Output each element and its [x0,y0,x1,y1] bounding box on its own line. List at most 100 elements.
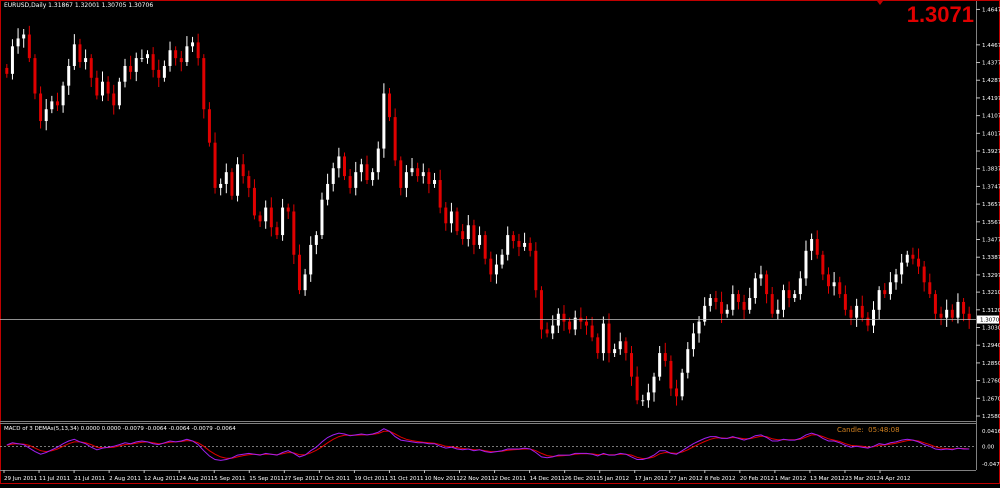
bull-candle [22,34,26,39]
bear-candle [590,325,594,338]
bear-candle [607,323,611,354]
chart-canvas[interactable]: 1.46475 1.44675 1.43775 1.42875 1.41975 1.410… [0,0,1000,484]
time-tick-label: 1 Mar 2012 [775,476,806,482]
bull-candle [16,38,20,47]
bull-candle [894,274,898,283]
bear-candle [196,42,200,59]
bull-candle [781,290,785,310]
bear-candle [202,58,206,110]
time-tick-label: 19 Oct 2011 [354,476,388,482]
macd-axis-label: 0.00 [982,444,995,450]
time-tick-label: 2 Aug 2011 [109,476,141,482]
bull-candle [314,235,318,245]
price-tick-label: 1.25800 [982,414,1000,420]
bear-candle [815,239,819,255]
price-tick-label: 1.28500 [982,361,1000,367]
bear-candle [151,54,155,70]
bear-candle [917,258,921,267]
bear-candle [483,235,487,259]
bull-candle [84,58,88,63]
bear-candle [742,301,746,310]
macd-axis-label: 0.0416 [982,429,1000,435]
bear-candle [258,215,262,222]
price-tick-label: 1.39275 [982,149,1000,155]
chart-window-border [0,0,1000,484]
price-tick-label: 1.42875 [982,78,1000,84]
bull-candle [168,50,172,66]
bull-candle [731,294,735,310]
bull-candle [219,183,223,188]
price-tick-label: 1.35675 [982,220,1000,226]
time-tick-label: 2 Dec 2011 [495,476,527,482]
bear-candle [630,353,634,377]
macd-axis-label: -0.047 [982,462,1000,468]
bear-candle [669,360,673,389]
bear-candle [348,176,352,188]
bull-candle [326,183,330,200]
bull-candle [61,85,65,106]
bear-candle [528,242,532,251]
bear-candle [207,109,211,143]
bear-candle [399,160,403,188]
bear-candle [444,207,448,224]
bull-candle [691,333,695,350]
bear-candle [539,290,543,330]
time-tick-label: 13 Mar 2012 [810,476,845,482]
bull-candle [804,250,808,279]
time-tick-label: 8 Feb 2012 [705,476,736,482]
bull-candle [708,298,712,306]
macd-signal-line [6,430,970,460]
bull-candle [421,172,425,177]
price-tick-label: 1.34775 [982,238,1000,244]
bear-candle [720,301,724,314]
time-tick-label: 5 Sep 2011 [214,476,245,482]
bear-candle [962,301,966,314]
bear-candle [545,329,549,334]
bull-candle [371,172,375,181]
chart-shift-marker[interactable] [877,1,883,5]
time-tick-label: 7 Oct 2011 [319,476,350,482]
bear-candle [252,187,256,216]
price-tick-label: 1.37475 [982,184,1000,190]
bear-candle [967,313,971,320]
time-tick-label: 11 Jul 2011 [39,476,70,482]
price-tick-label: 1.40175 [982,131,1000,137]
symbol-header: EURUSD,Daily 1.31867 1.32001 1.30705 1.3… [4,2,154,9]
price-tick-label: 1.46475 [982,7,1000,13]
bear-candle [95,77,99,96]
bull-candle [134,58,138,72]
bull-candle [798,278,802,295]
time-tick-label: 27 Jan 2012 [670,476,703,482]
bear-candle [455,211,459,232]
trading-chart[interactable]: 1.46475 1.44675 1.43775 1.42875 1.41975 1.410… [0,0,1000,484]
bull-candle [264,207,268,222]
bear-candle [157,69,161,78]
bear-candle [838,282,842,295]
bull-candle [10,46,14,74]
bear-candle [922,266,926,283]
bear-candle [568,321,572,330]
bear-candle [461,231,465,240]
bear-candle [933,294,937,314]
bull-candle [725,309,729,314]
bear-candle [342,156,346,177]
bull-candle [320,199,324,236]
bull-candle [613,349,617,354]
bear-candle [584,321,588,326]
bear-candle [78,44,82,63]
bear-candle [472,225,476,245]
time-tick-label: 24 Aug 2011 [179,476,214,482]
bear-candle [849,309,853,318]
price-tick-label: 1.44675 [982,43,1000,49]
bull-candle [72,44,76,66]
bull-candle [686,349,690,373]
bear-candle [596,337,600,354]
bear-candle [950,309,954,318]
bull-candle [551,325,555,334]
bull-candle [236,164,240,196]
bear-candle [297,254,301,291]
bull-candle [652,376,656,393]
time-tick-label: 26 Dec 2011 [565,476,600,482]
bull-candle [404,172,408,188]
bear-candle [928,282,932,295]
